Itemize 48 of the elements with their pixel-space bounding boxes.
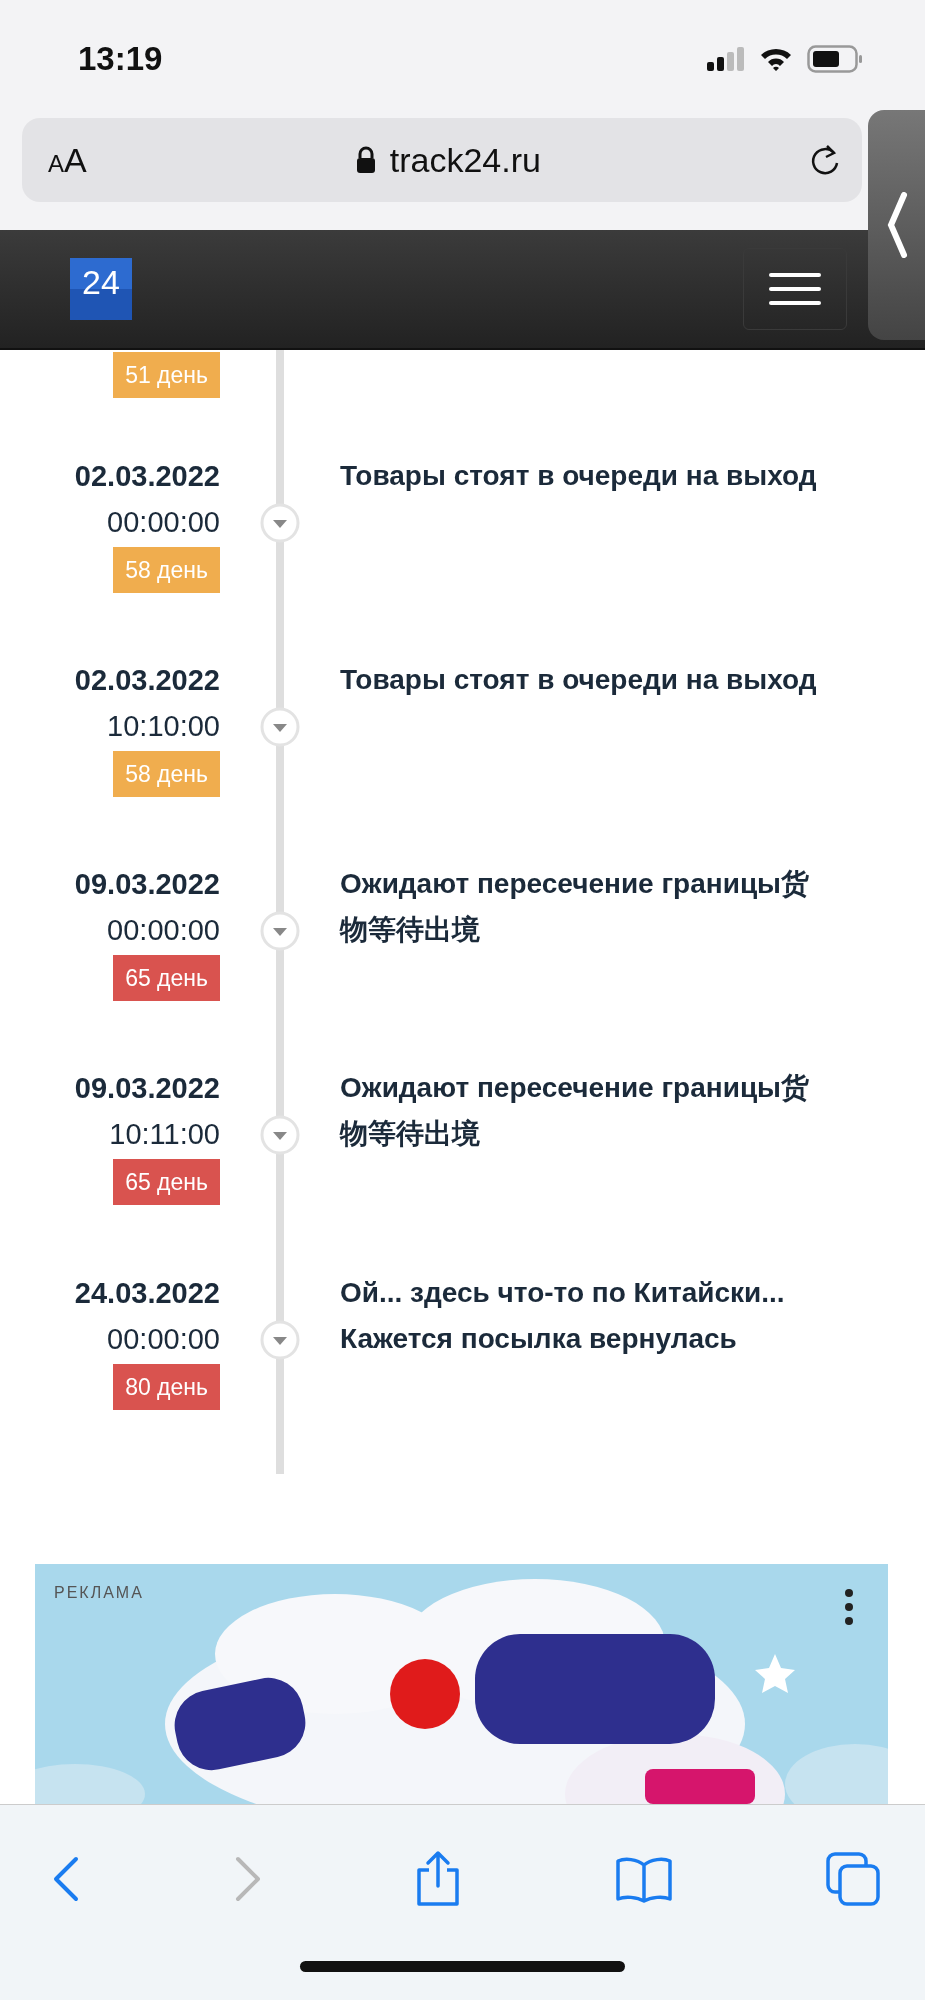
back-icon[interactable]	[52, 1856, 80, 1902]
event-date: 02.03.2022	[74, 458, 220, 494]
event-time: 10:11:00	[109, 1117, 220, 1153]
days-badge: 51 день	[113, 352, 220, 398]
menu-icon	[769, 273, 821, 305]
chevron-left-icon	[885, 192, 908, 258]
days-badge: 58 день	[113, 546, 220, 593]
share-icon[interactable]	[415, 1850, 461, 1908]
status-time: 13:19	[78, 40, 163, 78]
url-text: track24.ru	[389, 140, 541, 180]
event-title: Ожидают пересечение границы货	[340, 1071, 811, 1106]
logo-icon[interactable]: 24	[70, 258, 132, 320]
more-options-icon[interactable]	[844, 1588, 854, 1627]
event-title: Товары стоят в очереди на выход	[340, 662, 818, 697]
caret-down-icon[interactable]	[260, 1115, 300, 1156]
bookmarks-icon[interactable]	[614, 1855, 673, 1903]
event-time: 10:10:00	[107, 708, 220, 744]
reload-icon[interactable]	[810, 143, 840, 177]
days-badge: 65 день	[113, 955, 220, 1002]
event-title: Товары стоят в очереди на выход	[340, 458, 818, 493]
text-size-button[interactable]: AA	[48, 140, 87, 180]
days-badge: 65 день	[113, 1159, 220, 1206]
event-time: 00:00:00	[107, 1321, 220, 1357]
wifi-icon	[759, 46, 793, 72]
lock-icon	[355, 146, 376, 174]
event-time: 00:00:00	[107, 913, 220, 949]
event-time: 00:00:00	[107, 504, 220, 540]
days-badge: 58 день	[113, 750, 220, 797]
tabs-icon[interactable]	[826, 1852, 880, 1906]
days-badge: 80 день	[113, 1363, 220, 1410]
event-date: 09.03.2022	[74, 867, 220, 903]
side-panel-handle[interactable]	[868, 110, 925, 340]
ad-label: РЕКЛАМА	[54, 1584, 144, 1603]
event-title: Ой... здесь что-то по Китайски...	[340, 1275, 786, 1310]
event-title: 物等待出境	[340, 913, 481, 948]
caret-down-icon[interactable]	[260, 911, 300, 952]
caret-down-icon[interactable]	[260, 1319, 300, 1360]
caret-down-icon[interactable]	[260, 502, 300, 543]
event-title: Ожидают пересечение границы货	[340, 867, 811, 902]
event-date: 02.03.2022	[74, 662, 220, 698]
caret-down-icon[interactable]	[260, 706, 300, 747]
battery-icon	[807, 45, 863, 73]
event-title: 物等待出境	[340, 1117, 481, 1152]
event-title: Кажется посылка вернулась	[340, 1321, 738, 1356]
event-date: 09.03.2022	[74, 1071, 220, 1107]
address-bar[interactable]: AA track24.ru	[22, 118, 862, 202]
event-date: 24.03.2022	[74, 1275, 220, 1311]
signal-icon	[707, 47, 745, 71]
